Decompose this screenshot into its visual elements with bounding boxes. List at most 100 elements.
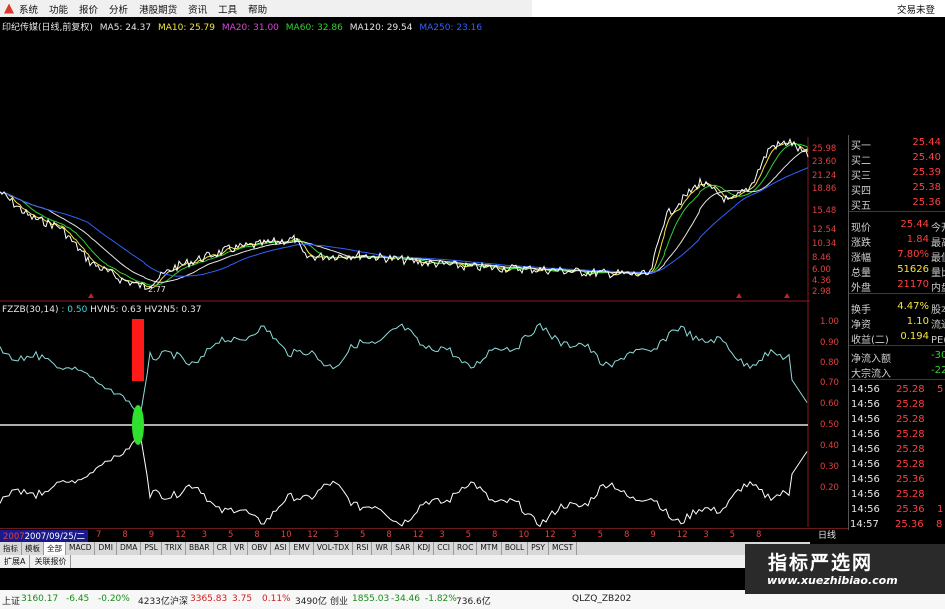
stat-row: 净流入额 -30	[849, 350, 945, 365]
tick-price: 25.28	[896, 429, 925, 440]
price-line	[0, 137, 809, 291]
tick-time: 14:56	[851, 489, 880, 500]
date-axis-tick: 12	[307, 530, 319, 540]
bid-price: 25.38	[912, 182, 941, 193]
date-axis-tick: 8	[756, 530, 762, 540]
tab-vr[interactable]: VR	[231, 542, 249, 555]
tab-psl[interactable]: PSL	[141, 542, 162, 555]
selected-date[interactable]: 20072007/09/25/二	[0, 530, 88, 542]
menu-item-hk-futures[interactable]: 港股期货	[139, 2, 177, 16]
stat-value: 7.80%	[897, 249, 929, 260]
tab-emv[interactable]: EMV	[290, 542, 314, 555]
tab-extension-a[interactable]: 扩展A	[0, 555, 31, 568]
tab-obv[interactable]: OBV	[248, 542, 272, 555]
menu-item-analysis[interactable]: 分析	[109, 2, 128, 16]
tick-time: 14:56	[851, 414, 880, 425]
date-axis: 20072007/09/25/二 7 8 9 12 3 5 8 10 12 3 5 8 12 3 5 8 10 1…	[0, 528, 848, 542]
price-tick: 10.34	[812, 239, 837, 249]
ticker-item: 3365.83	[190, 594, 228, 604]
tab-trix[interactable]: TRIX	[162, 542, 186, 555]
menu-item-quote[interactable]: 报价	[79, 2, 98, 16]
stat-row: 净资 1.10 流通	[849, 316, 945, 331]
menu-item-function[interactable]: 功能	[49, 2, 68, 16]
tick-row: 14:56 25.36	[849, 474, 945, 489]
trade-status-text[interactable]: 交易未登	[897, 2, 935, 16]
date-axis-tick: 8	[122, 530, 128, 540]
tab-boll[interactable]: BOLL	[502, 542, 529, 555]
stat-row: 总量 51626 量比	[849, 264, 945, 279]
tab-mtm[interactable]: MTM	[477, 542, 502, 555]
menu-item-news[interactable]: 资讯	[188, 2, 207, 16]
tab-sar[interactable]: SAR	[392, 542, 415, 555]
tab-dma[interactable]: DMA	[117, 542, 142, 555]
tab-psy[interactable]: PSY	[528, 542, 549, 555]
date-axis-tick: 12	[175, 530, 187, 540]
tick-time: 14:56	[851, 444, 880, 455]
bid-price: 25.40	[912, 152, 941, 163]
tab-mcst[interactable]: MCST	[549, 542, 578, 555]
indicator-name[interactable]: FZZB(30,14)	[2, 305, 58, 315]
buy-signal-bar	[132, 319, 144, 381]
event-marker-icon	[88, 293, 94, 298]
date-axis-tick: 3	[571, 530, 577, 540]
tick-row: 14:56 25.28	[849, 459, 945, 474]
app-logo-icon	[4, 3, 14, 14]
ticker-item: 736.6亿	[456, 597, 491, 607]
tab-roc[interactable]: ROC	[454, 542, 478, 555]
tab-cci[interactable]: CCI	[434, 542, 454, 555]
tick-price: 25.36	[896, 474, 925, 485]
tab--item[interactable]: 全部	[44, 542, 66, 555]
date-axis-tick: 12	[412, 530, 424, 540]
ticker-item: 上证	[2, 597, 21, 607]
tab-related-quote[interactable]: 关联报价	[30, 555, 72, 568]
indicator-value-hv2n5: HV2N5: 0.37	[144, 305, 202, 315]
period-label[interactable]: 日线	[818, 528, 836, 541]
watermark-title: 指标严选网	[768, 552, 874, 574]
ticker-item: 创业	[330, 597, 349, 607]
menu-item-help[interactable]: 帮助	[248, 2, 267, 16]
tab-wr[interactable]: WR	[372, 542, 393, 555]
tick-price: 25.28	[896, 384, 925, 395]
tab-asi[interactable]: ASI	[271, 542, 291, 555]
tab--item[interactable]: 模板	[22, 542, 44, 555]
bid-row: 买四 25.38	[849, 182, 945, 197]
stat-extra: 内盘	[931, 283, 945, 294]
bid-label: 买一	[851, 141, 871, 152]
tab-kdj[interactable]: KDJ	[414, 542, 435, 555]
date-axis-tick: 7	[96, 530, 102, 540]
tab-dmi[interactable]: DMI	[95, 542, 117, 555]
tab-cr[interactable]: CR	[214, 542, 232, 555]
menu-item-system[interactable]: 系统	[19, 2, 38, 16]
tab-bbar[interactable]: BBAR	[186, 542, 214, 555]
tab-vol-tdx[interactable]: VOL-TDX	[314, 542, 354, 555]
indicator-tick: 1.00	[820, 317, 839, 327]
low-price-marker: 2.77	[148, 285, 166, 294]
tick-price: 25.36	[896, 504, 925, 515]
tab-rsi[interactable]: RSI	[353, 542, 373, 555]
kline-chart[interactable]: 2.77	[0, 17, 810, 527]
stat-value: 51626	[897, 264, 929, 275]
indicator-tick: 0.60	[820, 399, 839, 409]
tick-volume: 8	[936, 519, 943, 530]
date-axis-tick: 3	[439, 530, 445, 540]
tab--item[interactable]: 指标	[0, 542, 22, 555]
price-tick: 23.60	[812, 157, 837, 167]
bid-price: 25.44	[912, 137, 941, 148]
tick-volume: 1	[937, 504, 944, 515]
tick-row: 14:56 25.28	[849, 489, 945, 504]
trade-status-bar: 交易未登	[532, 0, 945, 17]
menu-item-tools[interactable]: 工具	[218, 2, 237, 16]
tick-time: 14:56	[851, 429, 880, 440]
moving-average-lines	[0, 142, 809, 289]
price-tick: 2.98	[812, 287, 831, 297]
price-tick: 25.98	[812, 144, 837, 154]
bid-row: 买二 25.40	[849, 152, 945, 167]
tick-time: 14:56	[851, 399, 880, 410]
tab-macd[interactable]: MACD	[66, 542, 96, 555]
stat-row: 涨跌 1.84 最高	[849, 234, 945, 249]
ticker-item: 3160.17	[21, 594, 59, 604]
tick-row: 14:56 25.28	[849, 399, 945, 414]
price-tick: 8.46	[812, 253, 831, 263]
selected-date-label: 2007/09/25/二	[24, 532, 85, 542]
stat-value: 25.44	[900, 219, 929, 230]
